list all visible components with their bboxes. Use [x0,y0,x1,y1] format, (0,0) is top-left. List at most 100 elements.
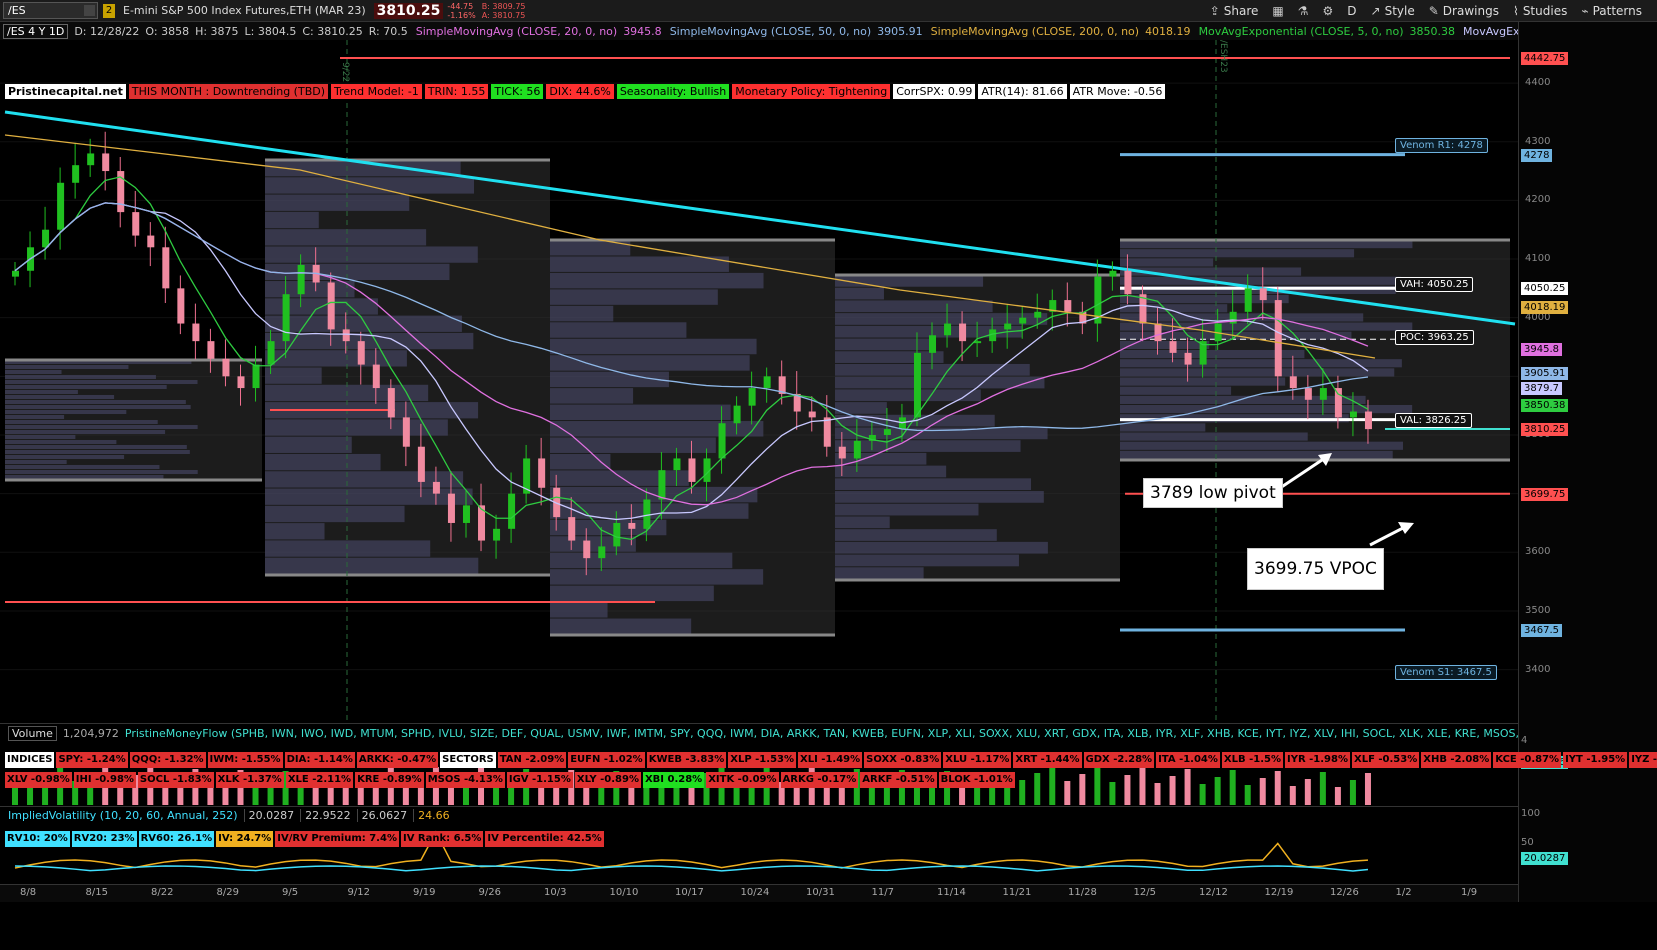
sector-tag: RV10: 20% [5,831,70,847]
sector-tag: IWM: -1.55% [207,752,283,768]
date-tick: 10/24 [740,887,770,898]
calendar-button[interactable]: ▦ [1272,4,1283,18]
price-axis[interactable]: 4400430042004100400039003800360035003400… [1518,22,1657,902]
price-tick: 4300 [1525,135,1551,147]
volume-bar [1109,782,1116,805]
symbol-input[interactable]: /ES [3,2,98,19]
sector-tag: BLOK -1.01% [938,772,1015,788]
volume-profile-bar [265,229,427,246]
studies-button[interactable]: ⌇ Studies [1513,4,1567,18]
rv-line [14,865,1369,872]
candle-body [808,411,816,418]
volume-bar [583,785,590,805]
candle-body [493,528,501,541]
candle-body [342,329,350,342]
price-chart-canvas[interactable] [0,40,1518,720]
candle-body [1184,352,1192,365]
price-tick: 3500 [1525,604,1551,616]
sector-tag: XRT -1.44% [1013,752,1082,768]
price-box: 4278 [1521,148,1553,162]
candle-body [718,423,726,459]
candle-body [1364,411,1372,430]
candle-body [1034,311,1042,318]
pane-axis-label: 50 [1521,837,1534,848]
candle-body [207,341,215,359]
calendar-icon: ▦ [1272,3,1284,18]
volume-profile-bar [835,567,924,579]
sector-tag: ITA -1.04% [1156,752,1220,768]
price-box: 3699.75 [1521,487,1569,501]
date-tick: 11/7 [871,887,894,898]
volume-bar [1244,785,1251,805]
sector-tag: XLY -0.89% [574,772,641,788]
candle-body [192,323,200,342]
volume-profile-bar [5,445,187,449]
volume-pane[interactable]: Volume 1,204,972 PristineMoneyFlow (SPHB… [0,723,1657,805]
sector-tag: XHB -2.08% [1421,752,1492,768]
candle-body [402,417,410,447]
share-button[interactable]: ⇪ Share [1210,4,1259,18]
flask-button[interactable]: ⚗ [1298,4,1309,18]
d-button[interactable]: D [1347,4,1356,18]
button-label: Drawings [1442,3,1499,18]
sector-tag: QQQ: -1.32% [129,752,206,768]
volume-profile-bar [5,395,115,399]
study-name: MovAvgExponential (CLOSE, 5, 0, no) [1198,24,1404,38]
volume-profile-bar [1120,340,1210,349]
studies-icon: ⌇ [1512,3,1519,18]
volume-profile-bar [550,289,718,305]
volume-profile-bar [1120,441,1404,450]
candle-body [1259,288,1267,301]
candle-body [42,229,50,248]
status-badge: TRIN: 1.55 [424,84,489,99]
volume-profile-bar [1120,359,1402,368]
money-flow-study: PristineMoneyFlow (SPHB, IWN, IWO, IWD, … [124,726,1518,740]
date-tick: 9/5 [282,887,299,898]
study-value: 4018.19 [1145,24,1191,38]
implied-volatility-pane[interactable]: ImpliedVolatility (10, 20, 60, Annual, 2… [0,806,1518,884]
volume-profile-bar [550,355,750,371]
date-tick: 12/12 [1199,887,1228,898]
price-chart[interactable]: Pristinecapital.net THIS MONTH : Downtren… [0,40,1518,720]
sector-tag: IV Percentile: 42.5% [485,831,604,847]
sector-tag: SOCL -1.83% [137,772,214,788]
volume-profile-bar [5,365,129,369]
price-tick: 4200 [1525,194,1551,206]
sector-tag: DIA: -1.14% [284,752,355,768]
patterns-button[interactable]: ⌁ Patterns [1581,4,1642,18]
price-tick: 3600 [1525,546,1551,558]
sector-tag: XBI 0.28% [642,772,705,788]
sector-tag: XLF -0.53% [1352,752,1420,768]
volume-profile-bar [550,240,631,256]
price-tick: 3400 [1525,663,1551,675]
volume-profile-bar [550,437,716,453]
date-axis[interactable]: 8/8 8/15 8/22 8/29 9/5 9/12 9/19 9/26 10/3 10/10 1… [0,884,1518,902]
sector-tag: XLU -1.17% [943,752,1012,768]
index-sector-row: INDICES SPY: -1.24% QQQ: -1.32% IWM: -1.55%… [5,752,1657,768]
ohlc-date: D: 12/28/22 [74,24,140,38]
status-badge: CorrSPX: 0.99 [893,84,976,99]
val-label: VAL: 3826.25 [1395,413,1472,428]
drawings-button[interactable]: ✎ Drawings [1429,4,1499,18]
candle-body [883,429,891,435]
date-tick: 1/2 [1395,887,1412,898]
sector-tag: ARKK: -0.47% [356,752,439,768]
sector-tag: GDX -2.28% [1083,752,1155,768]
status-badge: Seasonality: Bullish [616,84,730,99]
status-badge: DIX: 44.6% [546,84,614,99]
symbol-dropdown-icon[interactable] [84,5,95,16]
link-group-badge[interactable]: 2 [103,3,115,18]
volume-profile-bar [265,246,478,263]
volume-profile-bar [550,569,764,585]
volume-profile-bar [550,322,687,338]
style-button[interactable]: ↗ Style [1371,4,1415,18]
gear-button[interactable]: ⚙ [1323,4,1334,18]
candle-body [387,388,395,418]
sector-tag: XLK -1.37% [215,772,284,788]
volume-profile-bar [550,470,689,486]
date-tick: 11/14 [937,887,966,898]
candle-body [147,235,155,248]
sector-tag: INDICES [5,752,55,768]
volume-profile-bar [5,370,62,374]
volume-bar [1334,787,1341,805]
